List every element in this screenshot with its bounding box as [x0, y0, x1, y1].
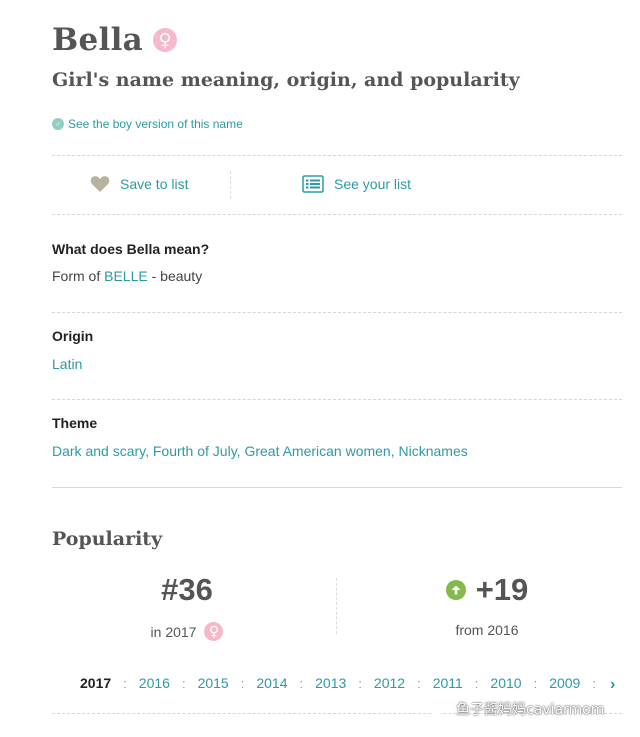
origin-link[interactable]: Latin [52, 356, 82, 372]
boy-version-label: See the boy version of this name [68, 117, 243, 131]
divider [52, 399, 622, 400]
year-separator: : [592, 675, 596, 691]
year-separator: : [358, 675, 362, 691]
meaning-prefix: Form of [52, 268, 105, 284]
year-separator: : [181, 675, 186, 691]
divider [52, 155, 622, 156]
save-to-list-label: Save to list [120, 176, 189, 192]
stat-separator [336, 578, 337, 634]
watermark: 鱼子酱妈妈caviarmom [428, 699, 604, 719]
heart-icon [90, 175, 110, 193]
meaning-heading: What does Bella mean? [52, 241, 210, 257]
year-tab[interactable]: 2012 [374, 675, 405, 691]
rank-caption: in 2017 ♀ [92, 622, 282, 641]
divider [52, 214, 622, 215]
rank-value: #36 [161, 572, 213, 607]
chevron-right-icon[interactable]: › [610, 676, 615, 694]
page-subtitle: Girl's name meaning, origin, and popular… [52, 69, 520, 91]
boy-version-link[interactable]: ♂ See the boy version of this name [52, 117, 243, 131]
female-icon: ♀ [153, 28, 178, 52]
year-separator: : [474, 675, 479, 691]
year-tab[interactable]: 2015 [198, 675, 229, 691]
see-your-list-button[interactable]: See your list [302, 175, 411, 193]
see-your-list-label: See your list [334, 176, 412, 192]
rank-year-label: in 2017 [150, 623, 197, 640]
theme-links[interactable]: Dark and scary, Fourth of July, Great Am… [52, 443, 468, 459]
save-to-list-button[interactable]: Save to list [90, 175, 188, 193]
year-tab[interactable]: 2016 [139, 675, 170, 691]
list-actions: Save to list See your list [52, 157, 622, 214]
popularity-heading: Popularity [52, 528, 163, 550]
year-tab[interactable]: 2017 [80, 675, 111, 691]
year-separator: : [299, 675, 304, 691]
meaning-suffix: - beauty [147, 268, 203, 284]
male-icon: ♂ [52, 118, 64, 130]
female-icon: ♀ [204, 622, 224, 641]
year-tab[interactable]: 2013 [315, 675, 346, 691]
change-value: +19 [475, 572, 529, 607]
popularity-rank: #36 in 2017 ♀ [92, 572, 282, 641]
year-selector: 2017 : 2016 : 2015 : 2014 : 2013 : 2012 … [80, 675, 608, 691]
year-tab[interactable]: 2009 [549, 675, 580, 691]
watermark-text: 鱼子酱妈妈caviarmom [456, 702, 605, 718]
page-title: Bella [52, 22, 144, 58]
meaning-text: Form of BELLE - beauty [52, 268, 202, 284]
year-tab[interactable]: 2011 [433, 675, 463, 691]
year-tab[interactable]: 2010 [490, 675, 521, 691]
list-icon [302, 175, 324, 193]
section-divider [52, 487, 622, 488]
change-caption: from 2016 [455, 622, 519, 638]
wechat-icon [428, 700, 450, 718]
year-separator: : [123, 675, 127, 691]
origin-heading: Origin [52, 328, 94, 344]
year-separator: : [533, 675, 538, 691]
action-separator [230, 171, 231, 199]
divider [52, 312, 622, 313]
related-name-link[interactable]: BELLE [104, 268, 148, 284]
change-value-row: +19 [392, 572, 582, 608]
theme-heading: Theme [52, 415, 98, 431]
year-separator: : [417, 675, 421, 691]
name-header: Bella ♀ [52, 22, 178, 58]
year-separator: : [240, 675, 245, 691]
popularity-change: +19 from 2016 [392, 572, 582, 638]
arrow-up-icon [445, 580, 466, 600]
year-tab[interactable]: 2014 [256, 675, 287, 691]
